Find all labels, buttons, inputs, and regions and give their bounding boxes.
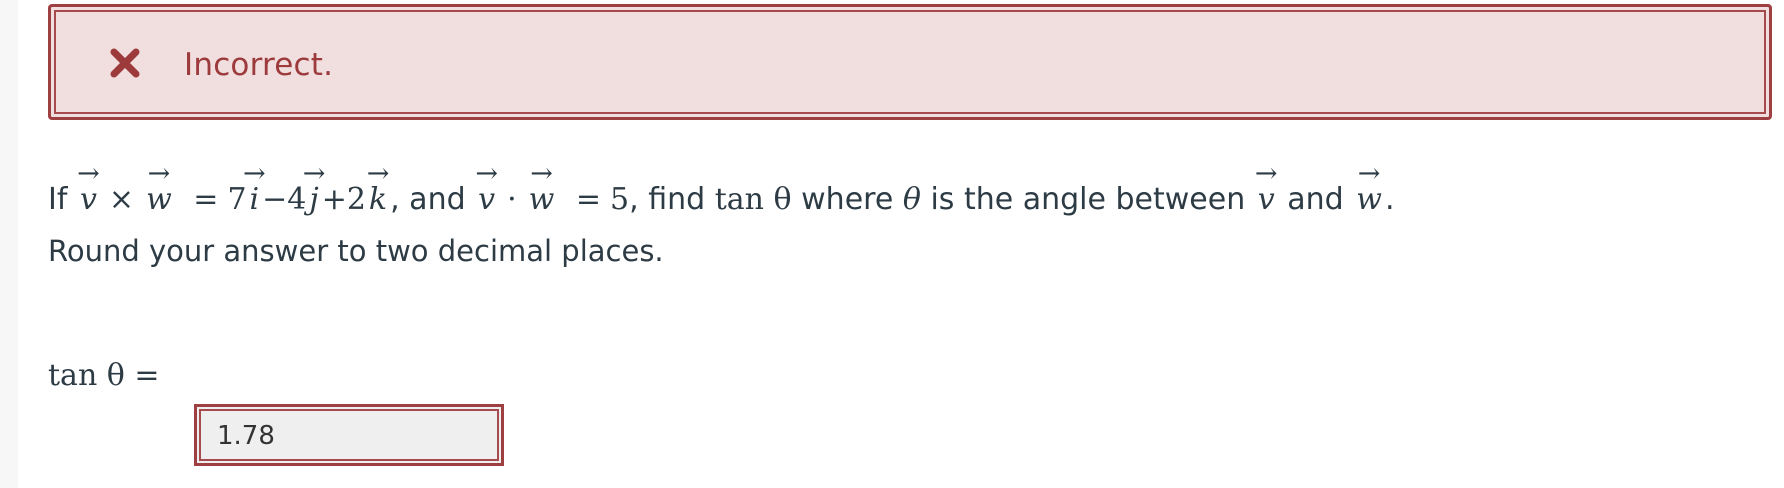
question-text: If v×w =7i−4j+2k, and v·w =5, find tan θ… — [48, 165, 1394, 235]
x-mark-icon — [110, 48, 140, 78]
rounding-instruction: Round your answer to two decimal places. — [48, 234, 664, 268]
vector-w-dot: w — [526, 165, 558, 235]
vector-w: w — [143, 165, 175, 235]
equals-sign: = — [193, 182, 219, 217]
unit-vector-i: i — [247, 165, 263, 235]
coef-k: +2 — [321, 182, 366, 217]
feedback-banner: Incorrect. — [48, 4, 1772, 120]
tan-theta-expr: tan θ — [714, 182, 792, 217]
question-and-text: , and — [390, 182, 466, 217]
question-angle-text: is the angle between — [930, 182, 1246, 217]
question-if: If — [48, 182, 68, 217]
question-find-text: , find — [629, 182, 706, 217]
question-where-text: where — [801, 182, 894, 217]
feedback-status-text: Incorrect. — [184, 47, 334, 83]
answer-label: tan θ = — [48, 358, 160, 393]
unit-vector-k: k — [366, 165, 390, 235]
dot-product-value: 5 — [610, 182, 630, 217]
question-page: Incorrect. If v×w =7i−4j+2k, and v·w =5,… — [18, 0, 1784, 488]
dot-operator: · — [507, 182, 517, 217]
theta-symbol: θ — [902, 182, 921, 217]
unit-vector-j: j — [306, 165, 321, 235]
question-period: . — [1384, 182, 1395, 217]
vector-w-end: w — [1353, 165, 1385, 235]
cross-operator: × — [108, 182, 135, 217]
answer-input[interactable]: 1.78 — [194, 404, 504, 466]
vector-v-end: v — [1255, 165, 1278, 235]
vector-v: v — [77, 165, 100, 235]
question-and-word: and — [1287, 182, 1344, 217]
coef-j: −4 — [262, 182, 307, 217]
vector-v-dot: v — [475, 165, 498, 235]
equals-sign-dot: = — [575, 182, 602, 217]
